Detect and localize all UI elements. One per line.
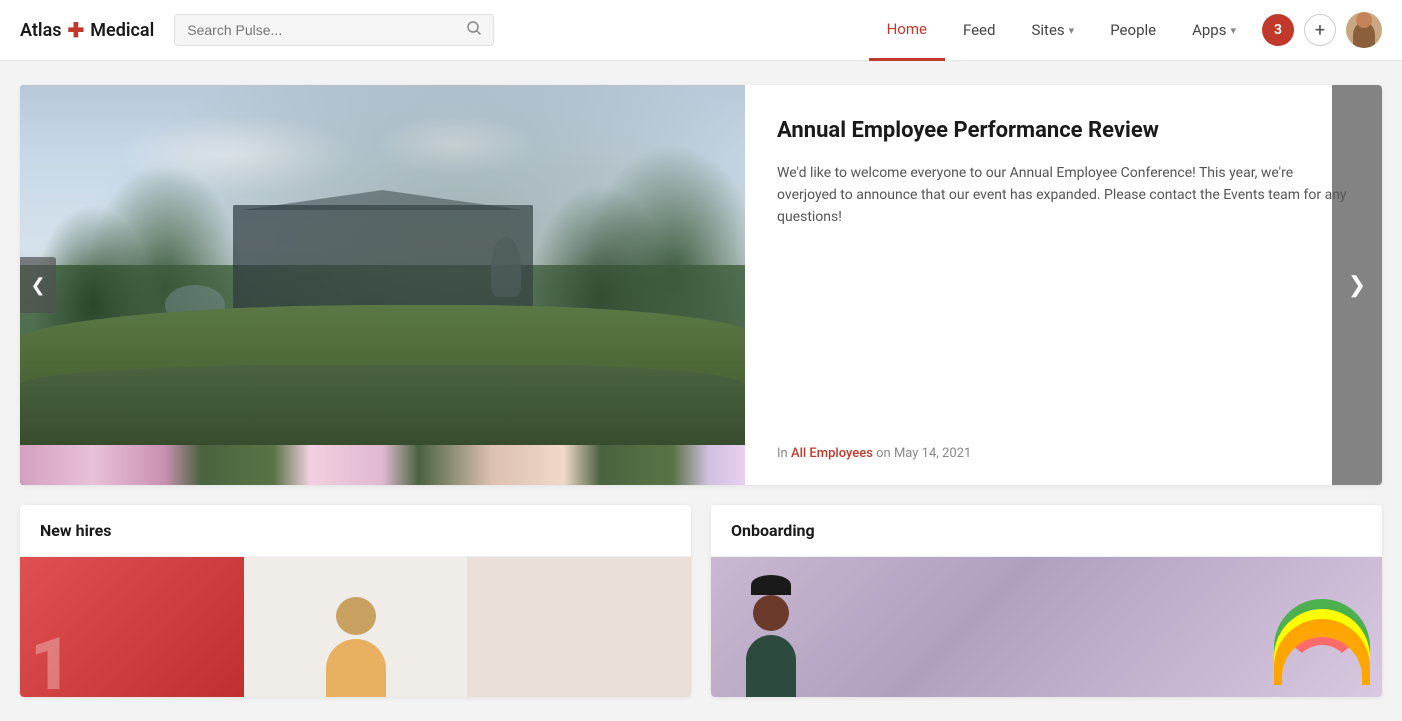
nav-label-people: People <box>1110 21 1156 39</box>
new-hire-thumb-1: 1 <box>20 557 244 697</box>
main-content: ❮ Annual Employee Performance Review We'… <box>0 61 1402 721</box>
header-actions: 3 + <box>1262 12 1382 48</box>
nav-label-sites: Sites <box>1031 21 1064 39</box>
onboarding-image <box>711 557 1382 697</box>
person-head <box>336 597 376 635</box>
new-hires-title: New hires <box>20 505 691 557</box>
avatar-figure <box>1353 22 1375 48</box>
main-nav: Home Feed Sites ▾ People Apps ▾ <box>869 0 1254 61</box>
hero-content: Annual Employee Performance Review We'd … <box>745 85 1382 485</box>
nav-item-sites[interactable]: Sites ▾ <box>1013 0 1092 61</box>
logo-text-medical: Medical <box>90 20 154 41</box>
onboarding-title: Onboarding <box>711 505 1382 557</box>
person-body-onboard <box>746 635 796 697</box>
new-hire-thumb-2 <box>244 557 468 697</box>
hero-meta-prefix: In <box>777 446 788 461</box>
hero-flowers <box>20 445 745 485</box>
hero-next-icon: ❯ <box>1348 273 1366 298</box>
new-hires-card: New hires 1 <box>20 505 691 697</box>
new-hire-thumb-3 <box>467 557 691 697</box>
person-body <box>326 639 386 697</box>
nav-item-apps[interactable]: Apps ▾ <box>1174 0 1254 61</box>
hero-card: ❮ Annual Employee Performance Review We'… <box>20 85 1382 485</box>
nav-item-people[interactable]: People <box>1092 0 1174 61</box>
new-hires-content: 1 <box>20 557 691 697</box>
hero-meta-link[interactable]: All Employees <box>791 446 873 461</box>
person-hair <box>751 575 791 595</box>
chevron-down-icon-apps: ▾ <box>1230 24 1236 37</box>
search-icon <box>467 21 481 39</box>
hero-prev-button[interactable]: ❮ <box>20 257 56 313</box>
nav-label-home: Home <box>887 20 927 38</box>
onboarding-content <box>711 557 1382 697</box>
logo-cross-icon: ✚ <box>68 18 85 42</box>
person-silhouette <box>316 597 396 697</box>
hero-body: We'd like to welcome everyone to our Ann… <box>777 162 1350 426</box>
hero-image: ❮ <box>20 85 745 485</box>
logo: Atlas ✚ Medical <box>20 18 154 42</box>
new-hire-number: 1 <box>30 622 72 697</box>
hero-meta-suffix: on May 14, 2021 <box>876 446 971 461</box>
bottom-grid: New hires 1 Onboarding <box>20 505 1382 697</box>
nav-item-home[interactable]: Home <box>869 0 945 61</box>
logo-text-atlas: Atlas <box>20 20 62 41</box>
add-button[interactable]: + <box>1304 14 1336 46</box>
hero-title: Annual Employee Performance Review <box>777 117 1350 146</box>
chevron-down-icon: ▾ <box>1069 24 1075 37</box>
notification-badge[interactable]: 3 <box>1262 14 1294 46</box>
nav-item-feed[interactable]: Feed <box>945 0 1014 61</box>
avatar-head <box>1356 12 1372 28</box>
search-input[interactable] <box>187 22 459 38</box>
avatar[interactable] <box>1346 12 1382 48</box>
search-bar[interactable] <box>174 14 494 46</box>
nav-label-feed: Feed <box>963 21 996 39</box>
hero-meta: In All Employees on May 14, 2021 <box>777 446 1350 461</box>
nav-label-apps: Apps <box>1192 21 1226 39</box>
header: Atlas ✚ Medical Home Feed Sites ▾ People… <box>0 0 1402 61</box>
hero-next-button[interactable]: ❯ <box>1332 85 1382 485</box>
person-head-onboard <box>753 595 789 631</box>
rainbow-icon <box>1282 637 1362 687</box>
onboarding-person <box>741 577 801 697</box>
onboarding-card: Onboarding <box>711 505 1382 697</box>
